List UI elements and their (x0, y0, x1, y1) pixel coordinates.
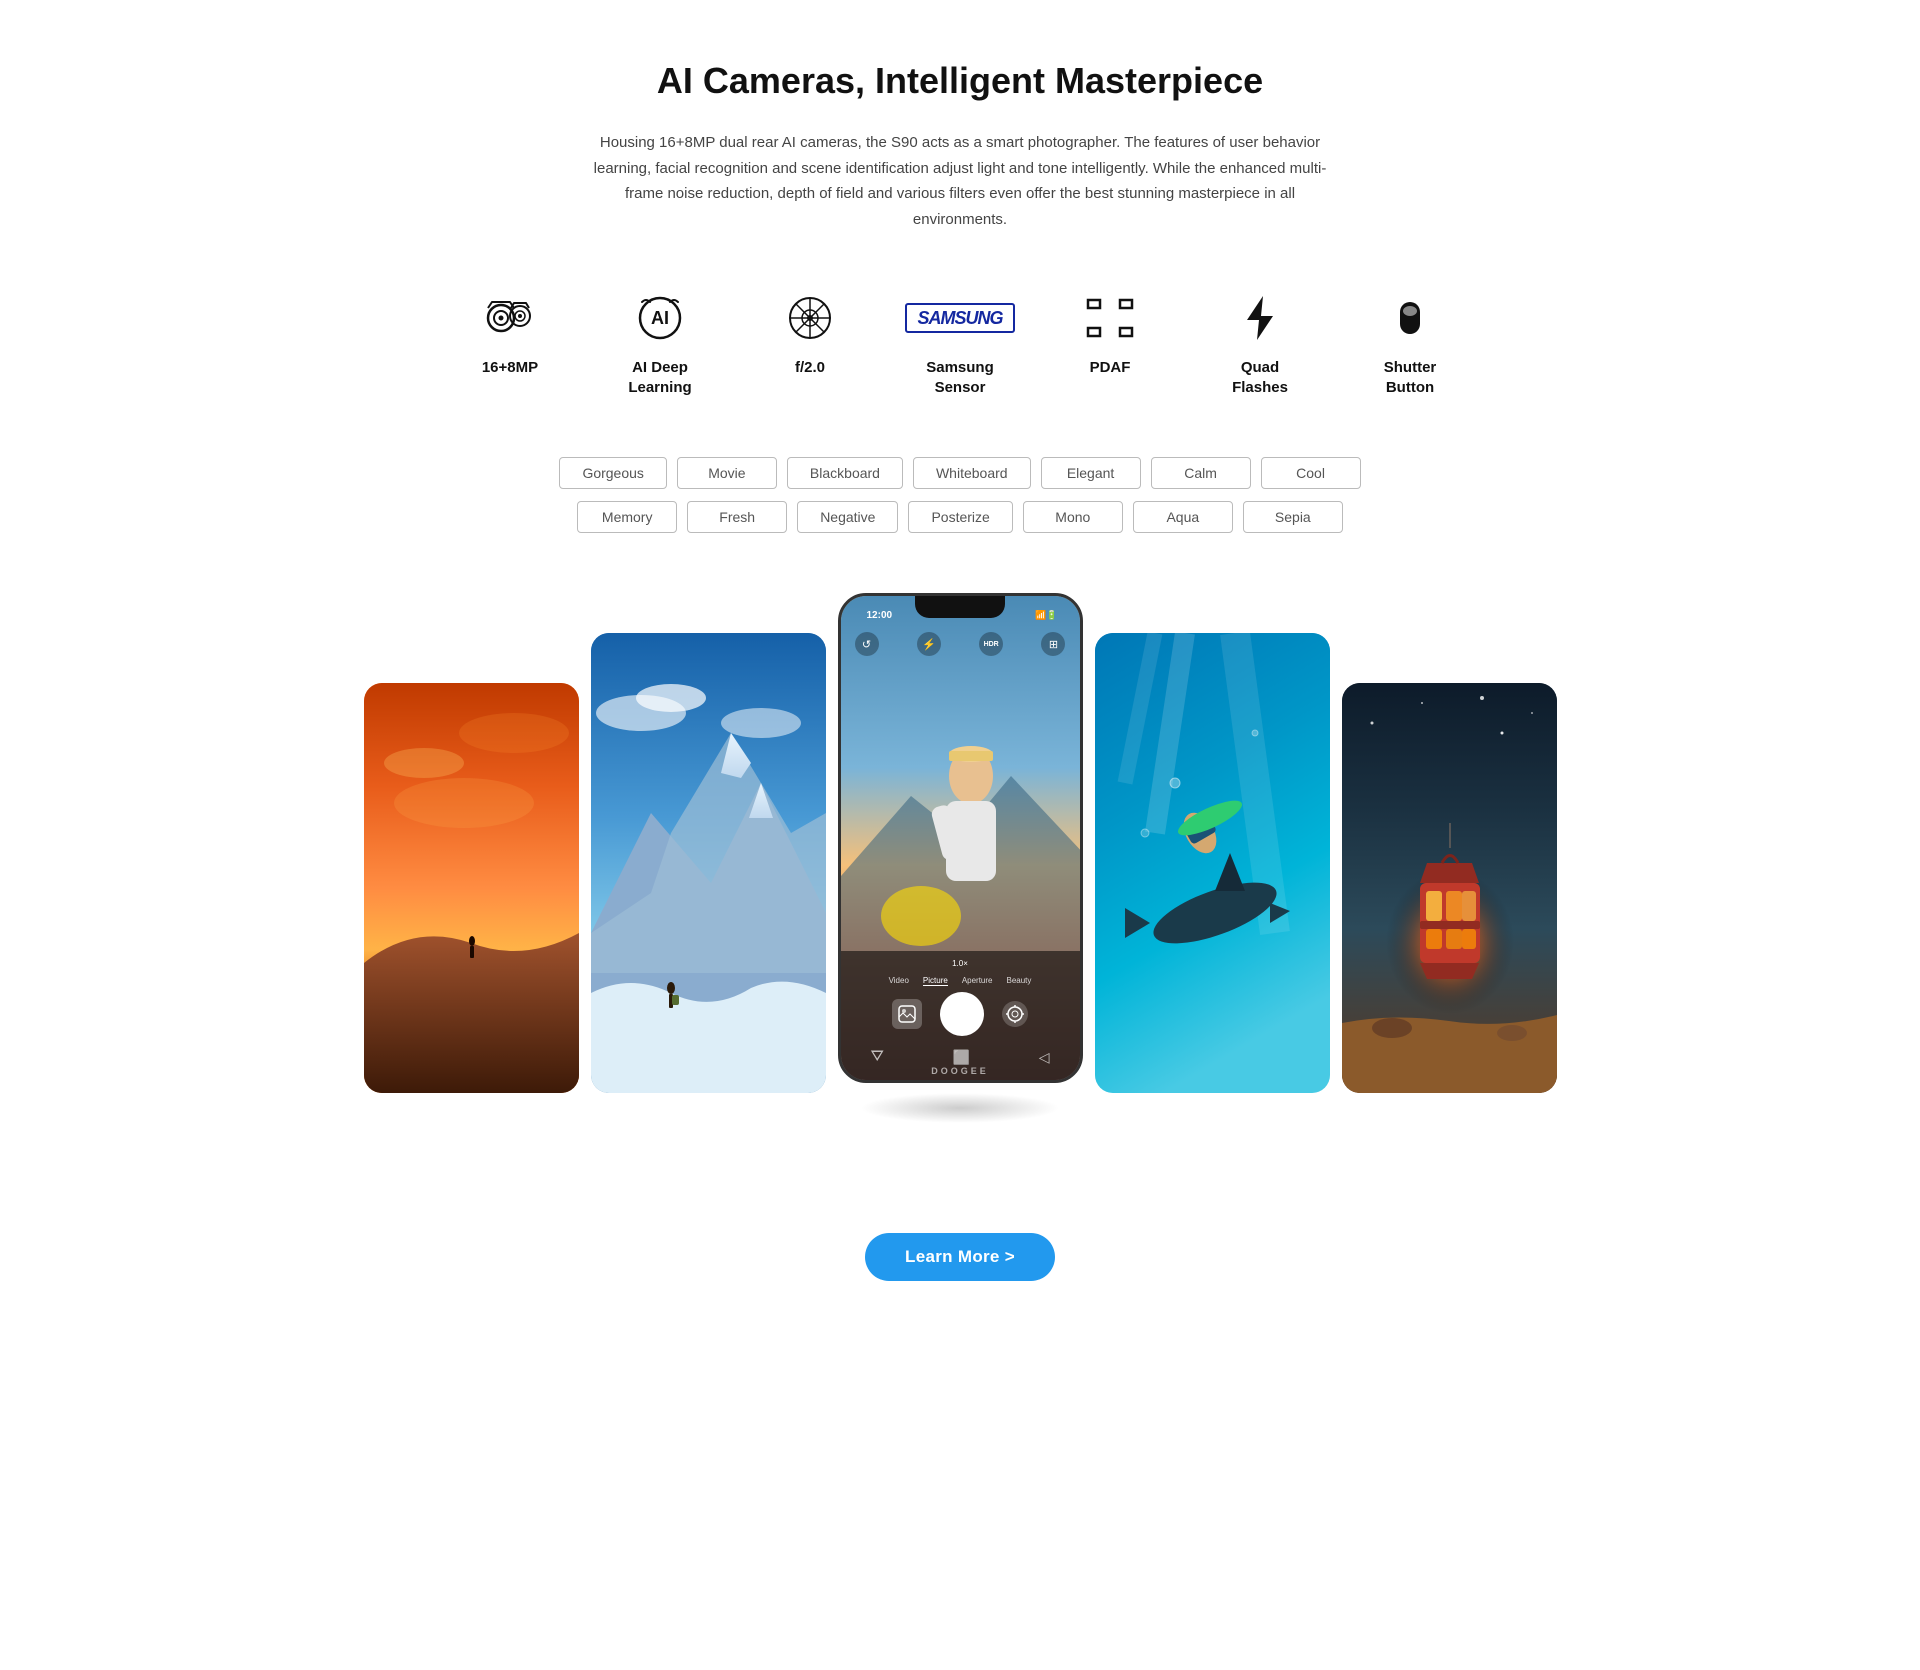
feature-samsung: SAMSUNG SamsungSensor (885, 292, 1035, 397)
phone-battery: 📶🔋 (1035, 610, 1067, 621)
filter-posterize[interactable]: Posterize (908, 501, 1012, 533)
phone-top-icons: ↺ ⚡ HDR ⊞ (841, 632, 1080, 656)
phone-mockup-center: 12:00 📶🔋 ↺ ⚡ HDR ⊞ 1.0× Video (838, 593, 1083, 1093)
flash-icon (1241, 292, 1279, 344)
filter-cool[interactable]: Cool (1261, 457, 1361, 489)
photo-mountain (591, 633, 826, 1093)
filter-row-2: Memory Fresh Negative Posterize Mono Aqu… (577, 501, 1343, 533)
camera-rotate-icon[interactable]: ↺ (855, 632, 879, 656)
home-nav[interactable]: ⬜ (953, 1049, 970, 1066)
camera-flash-icon[interactable]: ⚡ (917, 632, 941, 656)
camera-shutter-button[interactable] (940, 992, 984, 1036)
pdaf-label: PDAF (1090, 358, 1131, 378)
filter-mono[interactable]: Mono (1023, 501, 1123, 533)
section-description: Housing 16+8MP dual rear AI cameras, the… (590, 130, 1330, 232)
photo-desert (364, 683, 579, 1093)
feature-pdaf: PDAF (1035, 292, 1185, 378)
learn-more-button[interactable]: Learn More > (865, 1233, 1055, 1281)
filter-sepia[interactable]: Sepia (1243, 501, 1343, 533)
phone-screen: 12:00 📶🔋 ↺ ⚡ HDR ⊞ 1.0× Video (841, 596, 1080, 1080)
camera-settings-icon[interactable]: ⊞ (1041, 632, 1065, 656)
megapixel-label: 16+8MP (482, 358, 538, 378)
filter-row-1: Gorgeous Movie Blackboard Whiteboard Ele… (559, 457, 1360, 489)
photo-underwater (1095, 633, 1330, 1093)
filter-elegant[interactable]: Elegant (1041, 457, 1141, 489)
tab-picture[interactable]: Picture (923, 976, 948, 986)
phone-brand-label: DOOGEE (931, 1066, 989, 1076)
svg-text:AI: AI (651, 308, 669, 328)
tab-beauty[interactable]: Beauty (1007, 976, 1032, 986)
filter-calm[interactable]: Calm (1151, 457, 1251, 489)
filter-memory[interactable]: Memory (577, 501, 677, 533)
camera-tabs: Video Picture Aperture Beauty (889, 976, 1032, 986)
phone-time: 12:00 (853, 610, 893, 621)
phone-shadow (860, 1093, 1060, 1123)
feature-megapixel: 16+8MP (435, 292, 585, 378)
shutter-icon (1398, 292, 1422, 344)
filter-whiteboard[interactable]: Whiteboard (913, 457, 1031, 489)
gallery-thumb[interactable] (892, 999, 922, 1029)
features-row: 16+8MP AI AI DeepLearning (380, 292, 1540, 397)
filter-section: Gorgeous Movie Blackboard Whiteboard Ele… (380, 457, 1540, 533)
camera-controls (892, 992, 1028, 1036)
samsung-logo-text: SAMSUNG (905, 303, 1014, 333)
filter-negative[interactable]: Negative (797, 501, 898, 533)
aperture-icon (786, 292, 834, 344)
ai-camera-icon[interactable] (1002, 1001, 1028, 1027)
flash-label: QuadFlashes (1232, 358, 1288, 397)
photo-lantern (1342, 683, 1557, 1093)
ai-icon: AI (636, 292, 684, 344)
ai-label: AI DeepLearning (628, 358, 691, 397)
feature-aperture: f/2.0 (735, 292, 885, 378)
recents-nav[interactable]: ◁ (1039, 1049, 1050, 1066)
samsung-label: SamsungSensor (926, 358, 994, 397)
page-title: AI Cameras, Intelligent Masterpiece (380, 60, 1540, 102)
feature-ai: AI AI DeepLearning (585, 292, 735, 397)
feature-flash: QuadFlashes (1185, 292, 1335, 397)
camera-hdr-icon[interactable]: HDR (979, 632, 1003, 656)
shutter-label: ShutterButton (1384, 358, 1437, 397)
photo-gallery: 12:00 📶🔋 ↺ ⚡ HDR ⊞ 1.0× Video (0, 593, 1920, 1173)
tab-video[interactable]: Video (889, 976, 909, 986)
filter-gorgeous[interactable]: Gorgeous (559, 457, 666, 489)
zoom-indicator: 1.0× (952, 959, 968, 968)
phone-status-bar: 12:00 📶🔋 (841, 604, 1080, 621)
filter-blackboard[interactable]: Blackboard (787, 457, 903, 489)
samsung-icon: SAMSUNG (905, 292, 1014, 344)
camera-ui: 1.0× Video Picture Aperture Beauty (841, 951, 1080, 1080)
filter-movie[interactable]: Movie (677, 457, 777, 489)
tab-aperture[interactable]: Aperture (962, 976, 993, 986)
aperture-label: f/2.0 (795, 358, 825, 378)
filter-fresh[interactable]: Fresh (687, 501, 787, 533)
filter-aqua[interactable]: Aqua (1133, 501, 1233, 533)
phone-nav-bar: ⛛ ⬜ ◁ (841, 1042, 1080, 1066)
back-nav[interactable]: ⛛ (871, 1048, 884, 1066)
camera-dual-icon (484, 292, 536, 344)
feature-shutter: ShutterButton (1335, 292, 1485, 397)
learn-more-section: Learn More > (0, 1173, 1920, 1361)
pdaf-icon (1086, 292, 1134, 344)
